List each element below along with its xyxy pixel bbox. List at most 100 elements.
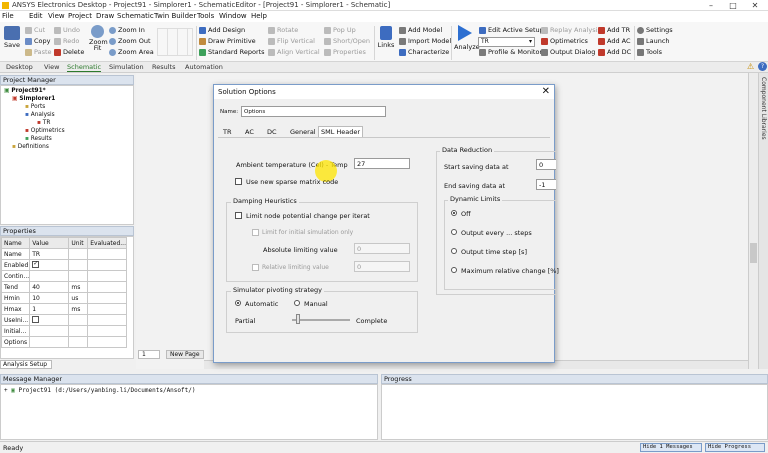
dynamic-max-change-radio[interactable] <box>451 267 457 273</box>
dynamic-off-radio[interactable] <box>451 210 457 216</box>
enabled-checkbox[interactable]: ✓ <box>32 260 40 268</box>
dialog-close-icon[interactable]: ✕ <box>542 85 550 99</box>
name-input[interactable]: Options <box>241 106 386 117</box>
new-page-tab[interactable]: New Page <box>166 350 204 359</box>
manual-radio[interactable] <box>294 300 300 306</box>
standard-reports-button[interactable]: Standard Reports <box>199 48 265 56</box>
align-vertical-button[interactable]: Align Vertical <box>268 48 320 56</box>
tab-general[interactable]: General <box>290 128 316 136</box>
drawing-tools-grid-icon[interactable] <box>157 28 193 56</box>
dynamic-time-step-radio[interactable] <box>451 248 457 254</box>
tree-node-ports[interactable]: ▪ Ports <box>25 104 45 110</box>
tree-node-analysis[interactable]: ▪ Analysis <box>25 112 55 118</box>
characterize-button[interactable]: Characterize <box>399 48 449 56</box>
table-row[interactable]: Options <box>1 336 127 348</box>
delete-button[interactable]: Delete <box>54 48 84 56</box>
tab-results[interactable]: Results <box>152 63 175 71</box>
limit-node-checkbox[interactable] <box>235 212 242 219</box>
tab-simulation[interactable]: Simulation <box>109 63 144 71</box>
menu-schematic[interactable]: Schematic <box>117 12 154 20</box>
add-dc-button[interactable]: Add DC <box>598 48 631 56</box>
rel-limit-input[interactable]: 0 <box>354 261 410 272</box>
properties-button[interactable]: Properties <box>324 48 366 56</box>
output-dialog-button[interactable]: Output Dialog <box>541 48 595 56</box>
redo-button[interactable]: Redo <box>54 37 79 45</box>
analysis-setup-tab[interactable]: Analysis Setup <box>0 360 52 369</box>
tree-node-project[interactable]: ▣ Project91* <box>4 88 46 94</box>
copy-button[interactable]: Copy <box>25 37 51 45</box>
tree-node-results[interactable]: ▪ Results <box>25 136 52 142</box>
links-button[interactable]: Links <box>377 26 395 49</box>
table-row[interactable]: Enabled ✓ <box>1 259 127 271</box>
add-ac-button[interactable]: Add AC <box>598 37 631 45</box>
tree-node-design[interactable]: ▣ Simplorer1 <box>12 96 55 102</box>
zoom-out-button[interactable]: Zoom Out <box>109 37 151 45</box>
limit-initial-checkbox[interactable] <box>252 229 259 236</box>
table-row[interactable]: Initial... <box>1 325 127 337</box>
menu-tools[interactable]: Tools <box>197 12 214 20</box>
tools-button[interactable]: Tools <box>637 48 662 56</box>
tab-ac[interactable]: AC <box>245 128 254 136</box>
zoom-area-button[interactable]: Zoom Area <box>109 48 154 56</box>
scroll-thumb[interactable] <box>750 243 757 263</box>
pivot-slider-track[interactable] <box>292 319 350 321</box>
table-row[interactable]: Name TR <box>1 248 127 260</box>
table-row[interactable]: Contin... <box>1 270 127 282</box>
dynamic-output-every-radio[interactable] <box>451 229 457 235</box>
paste-button[interactable]: Paste <box>25 48 52 56</box>
tree-node-optimetrics[interactable]: ▪ Optimetrics <box>25 128 65 134</box>
launch-button[interactable]: Launch <box>637 37 670 45</box>
help-icon[interactable]: ? <box>758 62 767 71</box>
short-open-button[interactable]: Short/Open <box>324 37 370 45</box>
menu-twin-builder[interactable]: Twin Builder <box>154 12 196 20</box>
optimetrics-button[interactable]: Optimetrics <box>541 37 588 45</box>
add-tr-button[interactable]: Add TR <box>598 26 630 34</box>
end-saving-input[interactable]: -1 <box>536 179 556 190</box>
zoom-fit-button[interactable]: Zoom Fit <box>89 25 108 51</box>
rotate-button[interactable]: Rotate <box>268 26 298 34</box>
edit-active-setup-button[interactable]: Edit Active Setup <box>479 26 544 34</box>
table-row[interactable]: UseIni... <box>1 314 127 326</box>
menu-edit[interactable]: Edit <box>29 12 43 20</box>
menu-project[interactable]: Project <box>68 12 92 20</box>
flip-vertical-button[interactable]: Flip Vertical <box>268 37 315 45</box>
add-design-button[interactable]: Add Design <box>199 26 245 34</box>
component-libraries-tab[interactable]: Component Libraries <box>758 73 768 369</box>
start-saving-input[interactable]: 0 <box>536 159 556 170</box>
table-row[interactable]: Hmax 1 ms <box>1 303 127 315</box>
tab-view[interactable]: View <box>44 63 59 71</box>
draw-primitive-button[interactable]: Draw Primitive <box>199 37 256 45</box>
table-row[interactable]: Tend 40 ms <box>1 281 127 293</box>
settings-button[interactable]: Settings <box>637 26 673 34</box>
tab-schematic[interactable]: Schematic <box>67 63 102 72</box>
menu-view[interactable]: View <box>48 12 65 20</box>
active-setup-select[interactable]: TR ▾ <box>478 37 535 47</box>
message-item[interactable]: + ▣ Project91 (d:/Users/yanbing.li/Docum… <box>4 387 195 394</box>
tab-tr[interactable]: TR <box>223 128 232 136</box>
replay-analysis-button[interactable]: Replay Analysis <box>541 26 601 34</box>
maximize-button[interactable]: □ <box>722 0 744 11</box>
menu-draw[interactable]: Draw <box>96 12 114 20</box>
use-initial-checkbox[interactable] <box>32 315 40 323</box>
zoom-in-button[interactable]: Zoom In <box>109 26 145 34</box>
import-model-button[interactable]: Import Model <box>399 37 451 45</box>
analyze-button[interactable]: Analyze <box>454 25 480 51</box>
pivot-slider-thumb[interactable] <box>296 314 300 324</box>
pop-up-button[interactable]: Pop Up <box>324 26 356 34</box>
tree-node-tr[interactable]: ▪ TR <box>37 120 50 126</box>
save-button[interactable]: Save <box>4 26 20 49</box>
tab-desktop[interactable]: Desktop <box>6 63 33 71</box>
menu-window[interactable]: Window <box>219 12 247 20</box>
tab-dc[interactable]: DC <box>267 128 277 136</box>
tab-automation[interactable]: Automation <box>185 63 223 71</box>
cut-button[interactable]: Cut <box>25 26 45 34</box>
close-button[interactable]: ✕ <box>744 0 766 11</box>
profile-monitor-button[interactable]: Profile & Monitor <box>479 48 542 56</box>
add-model-button[interactable]: Add Model <box>399 26 442 34</box>
automatic-radio[interactable] <box>235 300 241 306</box>
menu-file[interactable]: File <box>2 12 14 20</box>
tab-sml-header[interactable]: SML Header <box>318 126 364 137</box>
sparse-matrix-checkbox[interactable] <box>235 178 242 185</box>
rel-limit-checkbox[interactable] <box>252 264 259 271</box>
table-row[interactable]: Hmin 10 us <box>1 292 127 304</box>
